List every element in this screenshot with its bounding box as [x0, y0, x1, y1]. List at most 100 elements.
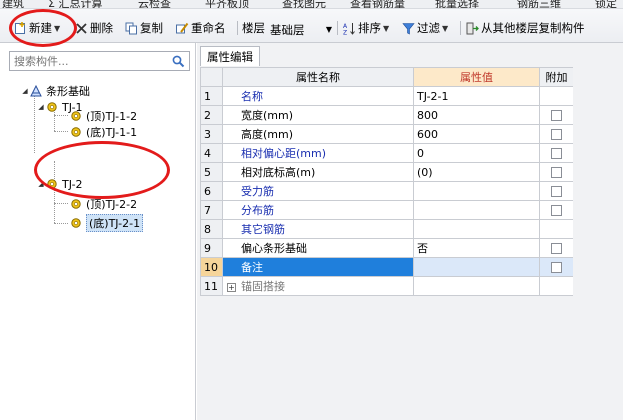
property-value[interactable]: (0) — [413, 162, 540, 182]
extra-checkbox[interactable] — [551, 186, 562, 197]
property-name[interactable]: 分布筋 — [222, 200, 414, 220]
property-value[interactable] — [413, 276, 540, 296]
topstrip-item[interactable]: 锁定 — [595, 0, 617, 8]
tree-node-label: TJ-2 — [62, 177, 83, 191]
tree-node-group[interactable]: ◢ TJ-2 — [36, 176, 83, 192]
property-value[interactable]: 否 — [413, 238, 540, 258]
property-value[interactable]: 800 — [413, 105, 540, 125]
property-row[interactable]: 9 偏心条形基础 否 — [200, 238, 574, 258]
new-button[interactable]: 新建 ▼ — [14, 20, 60, 36]
toolbar-separator — [460, 21, 461, 35]
search-icon[interactable] — [172, 55, 185, 68]
property-row[interactable]: 11 + 锚固搭接 — [200, 276, 574, 296]
gear-component-icon — [71, 111, 81, 121]
property-name[interactable]: 备注 — [222, 257, 414, 277]
property-name[interactable]: 名称 — [222, 86, 414, 106]
property-value[interactable] — [413, 257, 540, 277]
property-name[interactable]: 宽度(mm) — [222, 105, 414, 125]
topstrip-item[interactable]: 批量选择 — [435, 0, 479, 8]
property-row[interactable]: 4 相对偏心距(mm) 0 — [200, 143, 574, 163]
tree-node-root[interactable]: ◢ 条形基础 — [20, 83, 90, 99]
extra-cell — [539, 162, 574, 182]
extra-checkbox[interactable] — [551, 167, 562, 178]
property-value[interactable]: 600 — [413, 124, 540, 144]
sort-button[interactable]: AZ 排序 ▼ — [343, 20, 389, 36]
tree-node-item[interactable]: (底)TJ-1-1 — [70, 124, 137, 140]
property-row[interactable]: 3 高度(mm) 600 — [200, 124, 574, 144]
topstrip-item[interactable]: 钢筋三维 — [517, 0, 561, 8]
property-name[interactable]: 其它钢筋 — [222, 219, 414, 239]
property-name[interactable]: 受力筋 — [222, 181, 414, 201]
property-name[interactable]: 偏心条形基础 — [222, 238, 414, 258]
topstrip-item[interactable]: 查看钢筋量 — [350, 0, 405, 8]
filter-button[interactable]: 过滤 ▼ — [402, 20, 448, 36]
gear-component-icon — [71, 218, 81, 228]
collapse-triangle-icon[interactable]: ◢ — [20, 87, 30, 95]
gear-component-icon — [71, 127, 81, 137]
tree-node-item[interactable]: (顶)TJ-2-2 — [70, 196, 137, 212]
property-name[interactable]: 相对底标高(m) — [222, 162, 414, 182]
topstrip-item[interactable]: Σ 汇总计算 — [48, 0, 102, 8]
copy-from-other-floor-button[interactable]: 从其他楼层复制构件 — [466, 20, 585, 36]
search-box[interactable] — [9, 51, 190, 71]
property-name[interactable]: 高度(mm) — [222, 124, 414, 144]
property-name-expandable[interactable]: + 锚固搭接 — [222, 276, 414, 296]
property-name[interactable]: 相对偏心距(mm) — [222, 143, 414, 163]
extra-cell — [539, 105, 574, 125]
extra-cell — [539, 181, 574, 201]
row-number: 10 — [200, 257, 223, 277]
property-value[interactable] — [413, 181, 540, 201]
chevron-down-icon: ▼ — [442, 23, 449, 33]
delete-icon — [76, 22, 87, 34]
property-value[interactable]: TJ-2-1 — [413, 86, 540, 106]
extra-checkbox[interactable] — [551, 262, 562, 273]
tab-property-edit[interactable]: 属性编辑 — [200, 46, 260, 66]
topstrip-item[interactable]: 平齐板顶 — [205, 0, 249, 8]
floor-select[interactable]: 基础层 ▼ — [270, 22, 332, 37]
collapse-triangle-icon[interactable]: ◢ — [36, 180, 46, 188]
extra-checkbox[interactable] — [551, 129, 562, 140]
tree-connector — [34, 91, 35, 153]
tree-node-item[interactable]: (顶)TJ-1-2 — [70, 108, 137, 124]
property-panel: 属性编辑 属性名称 属性值 附加 1 名称 TJ-2-1 2 宽度(mm) 80… — [197, 43, 623, 420]
collapse-triangle-icon[interactable]: ◢ — [36, 103, 46, 111]
new-document-icon — [15, 21, 25, 34]
expand-plus-icon[interactable]: + — [227, 283, 236, 292]
search-input[interactable] — [10, 52, 165, 70]
delete-button[interactable]: 删除 — [75, 20, 113, 36]
topstrip-item[interactable]: 云检查 — [138, 0, 171, 8]
extra-checkbox[interactable] — [551, 110, 562, 121]
extra-checkbox[interactable] — [551, 148, 562, 159]
tree-node-label: (底)TJ-1-1 — [86, 126, 138, 139]
property-value[interactable] — [413, 219, 540, 239]
tree-node-label: (顶)TJ-2-2 — [86, 198, 138, 211]
column-header-value[interactable]: 属性值 — [413, 67, 540, 87]
property-value[interactable]: 0 — [413, 143, 540, 163]
topstrip-item[interactable]: 查找图元 — [282, 0, 326, 8]
tree-node-item-selected[interactable]: (底)TJ-2-1 — [70, 214, 144, 232]
column-header-extra[interactable]: 附加 — [539, 67, 574, 87]
property-row[interactable]: 7 分布筋 — [200, 200, 574, 220]
copy-from-other-floor-label: 从其他楼层复制构件 — [481, 21, 585, 35]
property-row[interactable]: 8 其它钢筋 — [200, 219, 574, 239]
column-header-name[interactable]: 属性名称 — [222, 67, 414, 87]
row-number: 7 — [200, 200, 223, 220]
extra-cell — [539, 257, 574, 277]
strip-foundation-icon — [30, 85, 42, 97]
row-number: 4 — [200, 143, 223, 163]
property-row-active[interactable]: 10 备注 — [200, 257, 574, 277]
rename-button[interactable]: 重命名 — [176, 20, 226, 36]
row-number: 8 — [200, 219, 223, 239]
sort-az-icon: AZ — [343, 22, 355, 35]
property-row[interactable]: 2 宽度(mm) 800 — [200, 105, 574, 125]
property-value[interactable] — [413, 200, 540, 220]
property-row[interactable]: 1 名称 TJ-2-1 — [200, 86, 574, 106]
topstrip-item[interactable]: 建筑 — [2, 0, 24, 8]
property-row[interactable]: 5 相对底标高(m) (0) — [200, 162, 574, 182]
copy-button[interactable]: 复制 — [125, 20, 163, 36]
floor-label: 楼层 — [242, 20, 265, 36]
extra-checkbox[interactable] — [551, 205, 562, 216]
property-row[interactable]: 6 受力筋 — [200, 181, 574, 201]
extra-checkbox[interactable] — [551, 243, 562, 254]
gear-component-icon — [71, 199, 81, 209]
